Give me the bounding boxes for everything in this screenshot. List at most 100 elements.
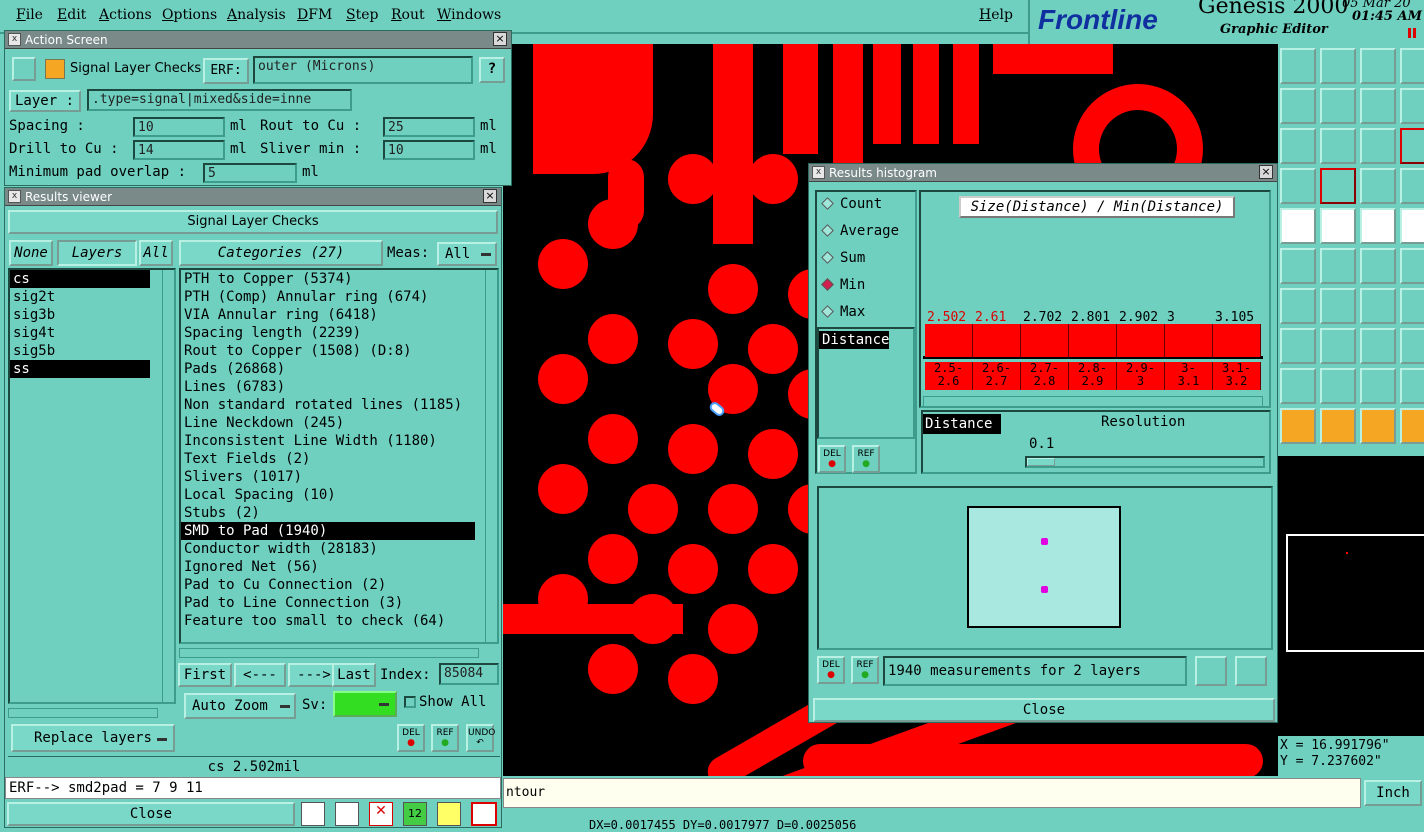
del-button[interactable]: DEL ● — [818, 445, 846, 473]
category-item[interactable]: Pads (26868) — [181, 360, 475, 378]
histogram-bar[interactable] — [1117, 324, 1165, 357]
layer-item[interactable]: sig5b — [10, 342, 150, 360]
overview-frame[interactable] — [1286, 534, 1424, 652]
category-item[interactable]: PTH (Comp) Annular ring (674) — [181, 288, 475, 306]
erf-field[interactable]: outer (Microns) — [253, 56, 473, 84]
ref-button[interactable]: REF ● — [431, 724, 459, 752]
layer-item[interactable]: sig3b — [10, 306, 150, 324]
layers-scrollbar[interactable] — [162, 270, 174, 702]
histogram-bar[interactable] — [973, 324, 1021, 357]
cancel-icon[interactable]: ✕ — [369, 802, 393, 826]
show-all-checkbox[interactable] — [404, 696, 416, 708]
histogram-hscrollbar[interactable] — [923, 396, 1263, 408]
chart-icon[interactable] — [471, 802, 497, 826]
layer-up-icon[interactable] — [1280, 48, 1316, 84]
replace-layers-dropdown[interactable]: Replace layers — [11, 724, 175, 752]
ref-button[interactable]: REF ● — [852, 445, 880, 473]
resolution-attr[interactable]: Distance — [923, 414, 1001, 434]
category-item[interactable]: Ignored Net (56) — [181, 558, 475, 576]
category-item[interactable]: Spacing length (2239) — [181, 324, 475, 342]
category-item[interactable]: SMD to Pad (1940) — [181, 522, 475, 540]
menu-actions[interactable]: Actions — [99, 7, 152, 23]
grid-icon[interactable] — [1280, 168, 1316, 204]
layer-down-icon[interactable] — [1320, 48, 1356, 84]
measure-icon[interactable] — [1360, 328, 1396, 364]
sv-toggle[interactable] — [333, 691, 397, 717]
first-button[interactable]: First — [178, 663, 232, 687]
close-icon[interactable]: × — [493, 32, 507, 46]
arch3-icon[interactable] — [1400, 368, 1424, 404]
import-icon[interactable] — [1235, 656, 1267, 686]
del-button[interactable]: DEL ● — [817, 656, 845, 684]
categories-list[interactable]: PTH to Copper (5374) PTH (Comp) Annular r… — [179, 268, 499, 644]
sliver-field[interactable]: 10 — [383, 140, 475, 160]
none-button[interactable]: None — [9, 240, 53, 266]
menu-edit[interactable]: Edit — [57, 7, 86, 23]
menu-step[interactable]: Step — [346, 7, 378, 23]
spacing-field[interactable]: 10 — [133, 117, 225, 137]
net-icon[interactable] — [1280, 248, 1316, 284]
layer-item[interactable]: sig4t — [10, 324, 150, 342]
prev-button[interactable]: <--- — [234, 663, 286, 687]
menu-analysis[interactable]: Analysis — [227, 7, 286, 23]
category-item[interactable]: Line Neckdown (245) — [181, 414, 475, 432]
category-item[interactable]: Non standard rotated lines (1185) — [181, 396, 475, 414]
mode-radio-count[interactable]: Count — [821, 196, 882, 212]
draw-icon[interactable] — [1280, 208, 1316, 244]
window-menu-icon[interactable]: x — [8, 190, 21, 203]
index-field[interactable]: 85084 — [439, 663, 499, 685]
action-screen-titlebar[interactable]: x Action Screen × — [5, 31, 511, 49]
mode-radio-sum[interactable]: Sum — [821, 250, 865, 266]
layers-tab[interactable]: Layers — [57, 240, 137, 266]
layer-field[interactable]: .type=signal|mixed&side=inne — [87, 89, 352, 111]
category-item[interactable]: Feature too small to check (64) — [181, 612, 475, 630]
rout-field[interactable]: 25 — [383, 117, 475, 137]
cross-icon[interactable] — [1320, 168, 1356, 204]
number-icon[interactable]: 12 — [403, 802, 427, 826]
category-item[interactable]: Pad to Line Connection (3) — [181, 594, 475, 612]
units-dropdown[interactable]: Inch — [1364, 780, 1422, 806]
fit-icon[interactable] — [1280, 128, 1316, 164]
export-icon[interactable] — [1195, 656, 1227, 686]
route-icon[interactable] — [1400, 248, 1424, 284]
layers-icon[interactable] — [1360, 168, 1396, 204]
category-item[interactable]: Conductor width (28183) — [181, 540, 475, 558]
pause-icon[interactable] — [1408, 28, 1416, 38]
triangle-icon[interactable] — [1280, 368, 1316, 404]
snap-icon[interactable] — [1400, 48, 1424, 84]
min-pad-field[interactable]: 5 — [203, 163, 297, 183]
pointer3-icon[interactable] — [1360, 408, 1396, 444]
undo-button[interactable]: UNDO ↶ — [466, 724, 495, 752]
menu-options[interactable]: Options — [162, 7, 217, 23]
window-menu-icon[interactable]: x — [812, 166, 825, 179]
ruler-icon[interactable] — [1360, 208, 1396, 244]
auto-zoom-dropdown[interactable]: Auto Zoom — [184, 693, 296, 719]
home-icon[interactable] — [1360, 48, 1396, 84]
categories-tab[interactable]: Categories (27) — [179, 240, 383, 266]
all-button[interactable]: All — [139, 240, 173, 266]
curve-icon[interactable] — [1360, 288, 1396, 324]
menu-help[interactable]: Help — [979, 7, 1013, 23]
layer-item[interactable]: cs — [10, 270, 150, 288]
slash-icon[interactable] — [1320, 288, 1356, 324]
meas-dropdown[interactable]: All — [437, 242, 497, 266]
pointer2-icon[interactable] — [1320, 408, 1356, 444]
histogram-bar[interactable] — [1213, 324, 1261, 357]
erf-button[interactable]: ERF: — [203, 58, 249, 84]
minus-icon[interactable] — [1320, 328, 1356, 364]
del-button[interactable]: DEL ● — [397, 724, 425, 752]
histogram-bar[interactable] — [925, 324, 973, 357]
via-icon[interactable] — [1400, 288, 1424, 324]
category-item[interactable]: Slivers (1017) — [181, 468, 475, 486]
pointer-icon[interactable] — [1280, 408, 1316, 444]
close-button[interactable]: Close — [813, 698, 1275, 722]
extra-icon[interactable] — [1400, 88, 1424, 124]
erf-command-line[interactable]: ERF--> smd2pad = 7 9 11 — [5, 777, 501, 799]
notes-icon[interactable] — [437, 802, 461, 826]
layer-item[interactable]: sig2t — [10, 288, 150, 306]
category-item[interactable]: Inconsistent Line Width (1180) — [181, 432, 475, 450]
category-item[interactable]: VIA Annular ring (6418) — [181, 306, 475, 324]
mode-radio-average[interactable]: Average — [821, 223, 899, 239]
window-menu-icon[interactable]: x — [8, 33, 21, 46]
help-button[interactable]: ? — [479, 57, 505, 83]
